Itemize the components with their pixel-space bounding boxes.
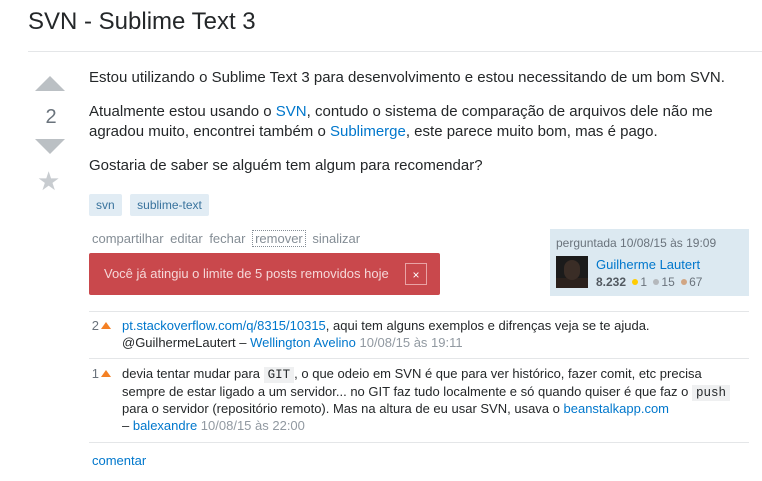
owner-name[interactable]: Guilherme Lautert — [596, 257, 700, 272]
paragraph-1: Estou utilizando o Sublime Text 3 para d… — [89, 69, 725, 86]
arrow-down-icon[interactable] — [35, 139, 65, 154]
comment-score: 1 — [91, 366, 99, 381]
comment-body: devia tentar mudar para GIT, o que odeio… — [122, 366, 742, 434]
comment-1: 2 pt.stackoverflow.com/q/8315/10315, aqu… — [89, 318, 749, 352]
add-comment-link[interactable]: comentar — [92, 453, 146, 468]
remove-link[interactable]: remover — [252, 230, 306, 247]
comments-divider — [89, 311, 749, 312]
comment-user[interactable]: balexandre — [133, 418, 197, 433]
gold-badge-icon — [632, 279, 639, 286]
comment-date[interactable]: 10/08/15 às 22:00 — [201, 418, 305, 433]
tag-list: svn sublime-text — [89, 194, 213, 216]
asked-date: perguntada 10/08/15 às 19:09 — [556, 236, 717, 250]
bronze-badge-icon — [681, 279, 688, 286]
comment-score: 2 — [91, 318, 99, 333]
question-title[interactable]: SVN - Sublime Text 3 — [28, 8, 256, 36]
silver-badge-icon — [653, 279, 660, 286]
silver-badge-count: 15 — [661, 275, 675, 289]
share-link[interactable]: compartilhar — [92, 231, 164, 246]
code-push: push — [691, 384, 730, 401]
sublimerge-link[interactable]: Sublimerge — [330, 123, 406, 140]
paragraph-2-continued: agradou muito, encontrei também o Sublim… — [89, 123, 658, 140]
title-divider — [28, 51, 762, 52]
comment-upvote-icon[interactable] — [101, 370, 111, 377]
edit-link[interactable]: editar — [170, 231, 203, 246]
close-link[interactable]: fechar — [209, 231, 245, 246]
owner-reputation: 8.232 1 15 67 — [596, 275, 702, 289]
comment-date[interactable]: 10/08/15 às 19:11 — [359, 335, 462, 350]
avatar[interactable] — [556, 256, 588, 288]
comment-link[interactable]: pt.stackoverflow.com/q/8315/10315 — [122, 318, 326, 333]
error-alert: Você já atingiu o limite de 5 posts remo… — [89, 253, 440, 295]
code-git: GIT — [263, 367, 295, 383]
paragraph-2: Atualmente estou usando o SVN, contudo o… — [89, 103, 713, 120]
post-menu: compartilhar editar fechar remover sinal… — [92, 230, 363, 247]
comment-body: pt.stackoverflow.com/q/8315/10315, aqui … — [122, 318, 650, 350]
vote-count: 2 — [45, 106, 57, 128]
flag-link[interactable]: sinalizar — [312, 231, 360, 246]
svn-link[interactable]: SVN — [276, 103, 307, 120]
gold-badge-count: 1 — [640, 275, 648, 289]
comment-upvote-icon[interactable] — [101, 322, 111, 329]
comment-divider — [89, 442, 749, 443]
bronze-badge-count: 67 — [689, 275, 703, 289]
close-icon[interactable]: × — [405, 263, 427, 285]
reputation-score: 8.232 — [596, 275, 627, 289]
arrow-up-icon[interactable] — [35, 76, 65, 91]
star-icon[interactable]: ★ — [37, 168, 60, 194]
tag-svn[interactable]: svn — [89, 194, 122, 216]
tag-sublime-text[interactable]: sublime-text — [130, 194, 209, 216]
comment-2: 1 devia tentar mudar para GIT, o que ode… — [89, 366, 749, 436]
comment-divider — [89, 358, 749, 359]
beanstalk-link[interactable]: beanstalkapp.com — [564, 401, 670, 416]
comment-user[interactable]: Wellington Avelino — [250, 335, 356, 350]
paragraph-3: Gostaria de saber se alguém tem algum pa… — [89, 157, 483, 174]
alert-message: Você já atingiu o limite de 5 posts remo… — [104, 266, 389, 281]
owner-card: perguntada 10/08/15 às 19:09 Guilherme L… — [550, 229, 749, 296]
